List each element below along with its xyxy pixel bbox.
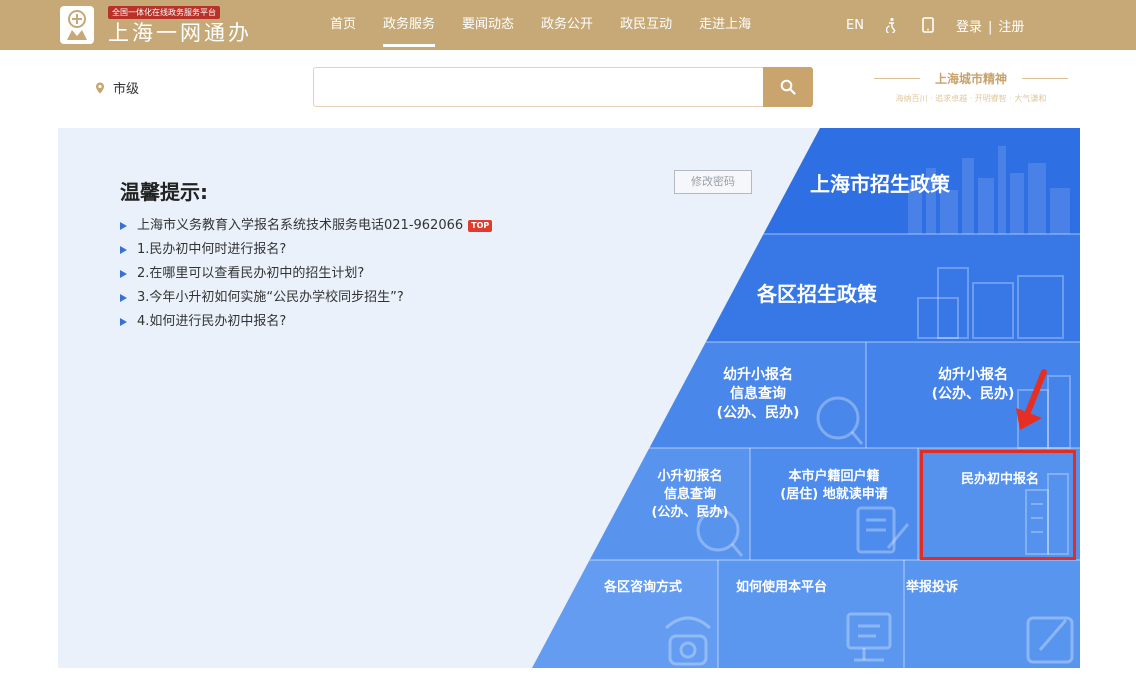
- nav-about-shanghai[interactable]: 走进上海: [699, 0, 751, 50]
- login-separator: |: [987, 19, 993, 35]
- highlight-frame: [920, 450, 1076, 560]
- tile-hukou-apply[interactable]: 本市户籍回户籍 (居住) 地就读申请: [758, 468, 910, 504]
- logo-emblem-icon[interactable]: [60, 6, 94, 44]
- tile-k2p-query-line3: (公办、民办): [716, 405, 800, 421]
- tile-city-policy[interactable]: 上海市招生政策: [798, 168, 962, 197]
- search-icon: [780, 79, 796, 95]
- tile-k2p-register[interactable]: 幼升小报名 (公办、民办): [913, 366, 1033, 404]
- tile-k2p-register-line1: 幼升小报名: [938, 367, 1008, 383]
- nav-gov-services[interactable]: 政务服务: [383, 0, 436, 50]
- tile-k2p-query-line2: 信息查询: [730, 386, 786, 402]
- tile-hukou-line2: (居住) 地就读申请: [780, 487, 888, 502]
- location-selector[interactable]: 市级: [95, 78, 139, 97]
- login-register: 登录 | 注册: [956, 16, 1024, 35]
- tile-p2m-query-line1: 小升初报名: [657, 469, 723, 484]
- main-nav: 首页 政务服务 要闻动态 政务公开 政民互动 走进上海: [330, 0, 778, 50]
- city-spirit-subtitle: 海纳百川 · 追求卓越 · 开明睿智 · 大气谦和: [895, 94, 1047, 103]
- city-spirit-title: 上海城市精神: [862, 70, 1080, 87]
- nav-tools: EN 登录 | 注册: [846, 0, 1024, 50]
- top-header: 全国一体化在线政务服务平台 上海一网通办 首页 政务服务 要闻动态 政务公开 政…: [0, 0, 1136, 50]
- tile-hukou-line1: 本市户籍回户籍: [788, 469, 880, 484]
- tile-district-contact[interactable]: 各区咨询方式: [604, 576, 696, 595]
- search-button[interactable]: [763, 67, 813, 107]
- location-label: 市级: [113, 82, 140, 97]
- tile-k2p-query[interactable]: 幼升小报名 信息查询 (公办、民办): [698, 366, 818, 423]
- tile-complaint[interactable]: 举报投诉: [906, 576, 986, 595]
- main-panel: 温馨提示: 上海市义务教育入学报名系统技术服务电话021-962066 TOP …: [58, 128, 1080, 668]
- mobile-icon[interactable]: [922, 17, 934, 33]
- register-link[interactable]: 注册: [998, 20, 1024, 35]
- language-en-link[interactable]: EN: [846, 18, 864, 33]
- logo-badge: 全国一体化在线政务服务平台: [108, 6, 220, 19]
- city-spirit: 上海城市精神 海纳百川 · 追求卓越 · 开明睿智 · 大气谦和: [862, 70, 1080, 104]
- nav-news[interactable]: 要闻动态: [462, 0, 514, 50]
- tile-k2p-register-line2: (公办、民办): [931, 386, 1015, 402]
- nav-gov-open[interactable]: 政务公开: [541, 0, 593, 50]
- logo-title[interactable]: 上海一网通办: [108, 20, 252, 46]
- tile-district-policy[interactable]: 各区招生政策: [742, 278, 892, 307]
- nav-home[interactable]: 首页: [330, 0, 356, 50]
- tile-k2p-query-line1: 幼升小报名: [723, 367, 793, 383]
- tile-p2m-query-line3: (公办、民办): [651, 505, 729, 520]
- tile-p2m-query[interactable]: 小升初报名 信息查询 (公办、民办): [634, 468, 746, 522]
- search-input[interactable]: [313, 67, 763, 107]
- tile-how-to-use[interactable]: 如何使用本平台: [736, 576, 856, 595]
- tile-p2m-query-line2: 信息查询: [663, 487, 716, 502]
- nav-interaction[interactable]: 政民互动: [620, 0, 672, 50]
- login-link[interactable]: 登录: [956, 20, 982, 35]
- accessibility-icon[interactable]: [884, 17, 900, 33]
- location-pin-icon: [96, 82, 104, 93]
